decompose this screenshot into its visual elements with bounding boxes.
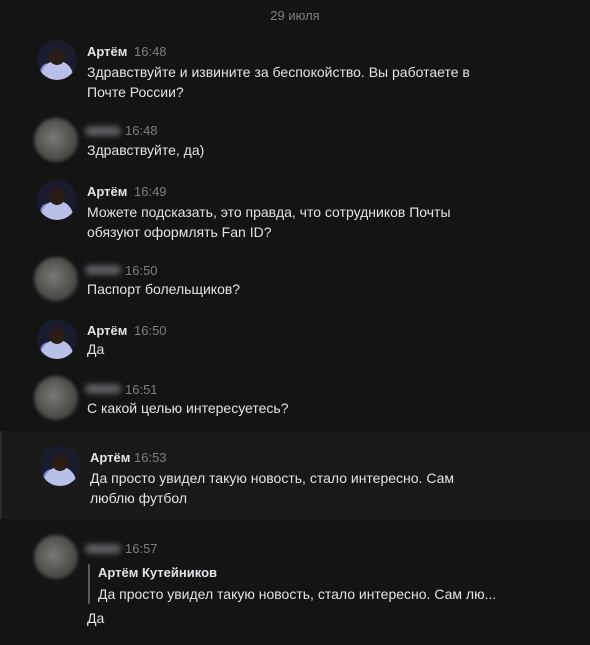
- avatar[interactable]: [34, 535, 78, 579]
- message-text: С какой целью интересуетесь?: [87, 400, 289, 416]
- message[interactable]: Артём 16:53 Да просто увидел такую новос…: [0, 446, 590, 506]
- avatar[interactable]: [37, 319, 77, 359]
- message-time[interactable]: 16:51: [125, 382, 158, 397]
- message-time[interactable]: 16:53: [134, 450, 167, 465]
- reply-quote[interactable]: Артём Кутейников Да просто увидел такую …: [88, 564, 496, 604]
- avatar[interactable]: [37, 40, 77, 80]
- message-time[interactable]: 16:48: [125, 123, 158, 138]
- author-name[interactable]: [85, 544, 121, 554]
- message-time[interactable]: 16:49: [134, 184, 167, 199]
- message-text: Да просто увидел такую новость, стало ин…: [90, 470, 455, 506]
- message-text: Да: [87, 610, 105, 626]
- message-time[interactable]: 16:57: [125, 541, 158, 556]
- message-text: Здравствуйте, да): [87, 142, 205, 158]
- message: 16:57 Артём Кутейников Да просто увидел …: [0, 535, 590, 635]
- message: 16:48 Здравствуйте, да): [0, 118, 590, 164]
- avatar[interactable]: [34, 376, 78, 420]
- avatar[interactable]: [37, 180, 77, 220]
- message: 16:51 С какой целью интересуетесь?: [0, 376, 590, 422]
- author-name[interactable]: Артём: [87, 323, 127, 338]
- author-name[interactable]: Артём: [87, 44, 127, 59]
- author-name[interactable]: Артём: [87, 184, 127, 199]
- date-divider: 29 июля: [270, 8, 320, 23]
- message-time[interactable]: 16:50: [134, 323, 167, 338]
- author-name[interactable]: [85, 384, 121, 394]
- message-text: Да: [87, 341, 105, 357]
- message: Артём 16:48 Здравствуйте и извините за б…: [0, 40, 590, 100]
- message-text: Паспорт болельщиков?: [87, 281, 241, 297]
- author-name[interactable]: Артём: [90, 450, 130, 465]
- message: Артём 16:50 Да: [0, 319, 590, 365]
- avatar[interactable]: [34, 118, 78, 162]
- message-text: Здравствуйте и извините за беспокойство.…: [87, 64, 470, 100]
- message-time[interactable]: 16:48: [134, 44, 167, 59]
- author-name[interactable]: [85, 265, 121, 275]
- author-name[interactable]: [85, 126, 121, 136]
- reply-text: Да просто увидел такую новость, стало ин…: [98, 586, 497, 602]
- avatar[interactable]: [40, 446, 80, 486]
- avatar[interactable]: [34, 257, 78, 301]
- message: Артём 16:49 Можете подсказать, это правд…: [0, 180, 590, 240]
- message: 16:50 Паспорт болельщиков?: [0, 257, 590, 303]
- message-time[interactable]: 16:50: [125, 263, 158, 278]
- message-text: Можете подсказать, это правда, что сотру…: [87, 204, 451, 240]
- reply-author: Артём Кутейников: [98, 565, 218, 580]
